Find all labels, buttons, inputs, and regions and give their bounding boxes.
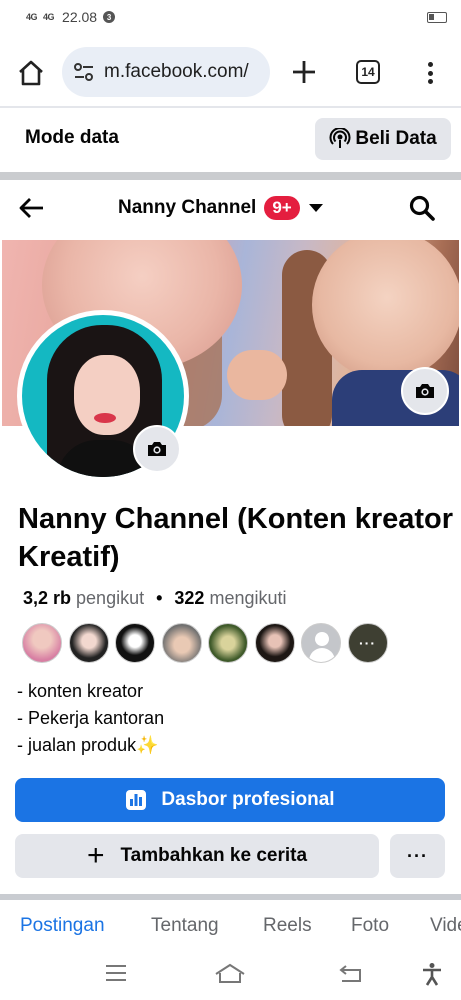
- address-bar[interactable]: m.facebook.com/: [62, 47, 270, 97]
- follower-avatar[interactable]: [115, 623, 155, 663]
- more-options-button[interactable]: ···: [390, 834, 445, 878]
- menu-icon[interactable]: [104, 962, 128, 984]
- search-icon[interactable]: [408, 194, 436, 222]
- bio-line: - konten kreator: [17, 681, 144, 701]
- page-switcher[interactable]: Nanny Channel 9+: [118, 196, 323, 220]
- system-nav-bar: [0, 950, 461, 1000]
- buy-data-label: Beli Data: [355, 128, 437, 149]
- following-label[interactable]: mengikuti: [209, 588, 286, 609]
- follower-avatar[interactable]: [254, 623, 295, 663]
- site-settings-icon[interactable]: [72, 60, 96, 84]
- divider: [0, 172, 461, 180]
- dashboard-chart-icon: [126, 790, 147, 810]
- default-user-icon[interactable]: [301, 623, 341, 663]
- bio-line: - Pekerja kantoran: [17, 708, 165, 728]
- signal-icon-2: 4G: [43, 12, 55, 22]
- caret-down-icon: [308, 204, 323, 212]
- signal-icon: 4G: [26, 12, 38, 22]
- tab-about[interactable]: Tentang: [151, 915, 219, 937]
- data-mode-bar: Mode data Beli Data: [0, 108, 461, 172]
- profile-bio: - konten kreator - Pekerja kantoran - ju…: [17, 678, 164, 759]
- status-time: 22.08: [62, 9, 98, 25]
- status-bar: 4G 4G 22.08 3: [0, 0, 461, 34]
- professional-dashboard-button[interactable]: Dasbor profesional: [15, 778, 445, 822]
- notification-badge: 9+: [264, 196, 300, 220]
- followers-label[interactable]: pengikut: [76, 588, 144, 609]
- buy-data-button[interactable]: Beli Data: [315, 118, 451, 160]
- bio-line: - jualan produk✨: [17, 735, 159, 755]
- url-text[interactable]: m.facebook.com/: [104, 61, 266, 83]
- plus-icon: +: [86, 839, 105, 872]
- home-icon[interactable]: [16, 58, 46, 88]
- follower-avatar[interactable]: [208, 623, 248, 663]
- page-title: Nanny Channel: [118, 197, 257, 218]
- follower-avatar[interactable]: [68, 623, 109, 663]
- back-nav-icon[interactable]: [338, 962, 364, 984]
- tab-videos[interactable]: Video: [430, 915, 461, 937]
- profile-name: Nanny Channel (Konten kreator Kreatif): [18, 503, 454, 573]
- edit-cover-camera-icon[interactable]: [401, 367, 449, 415]
- tab-reels[interactable]: Reels: [263, 915, 312, 937]
- notification-count: 3: [103, 11, 116, 23]
- broadcast-icon: [329, 128, 351, 148]
- divider: [0, 894, 461, 900]
- tab-switcher-button[interactable]: 14: [356, 60, 380, 84]
- follower-avatars: ···: [22, 623, 394, 663]
- new-tab-icon[interactable]: [289, 57, 319, 87]
- follow-stats: 3,2 rb pengikut • 322 mengikuti: [23, 588, 287, 609]
- tab-photos[interactable]: Foto: [351, 915, 389, 937]
- mode-data-label: Mode data: [25, 127, 119, 148]
- browser-menu-icon[interactable]: [420, 58, 440, 88]
- add-to-story-label: Tambahkan ke cerita: [120, 845, 308, 866]
- edit-avatar-camera-icon[interactable]: [133, 425, 181, 473]
- page-header: Nanny Channel 9+: [0, 180, 461, 238]
- profile-tabs: Postingan Tentang Reels Foto Video: [0, 910, 461, 946]
- back-arrow-icon[interactable]: [17, 194, 47, 222]
- professional-dashboard-label: Dasbor profesional: [161, 789, 335, 810]
- separator-dot: •: [156, 588, 163, 608]
- battery-icon: [427, 11, 447, 23]
- browser-toolbar: m.facebook.com/ 14: [0, 40, 461, 104]
- tab-posts[interactable]: Postingan: [20, 915, 105, 937]
- home-nav-icon[interactable]: [214, 962, 246, 984]
- following-count[interactable]: 322: [174, 588, 204, 609]
- more-followers-button[interactable]: ···: [347, 623, 388, 663]
- follower-avatar[interactable]: [161, 623, 202, 663]
- accessibility-icon[interactable]: [420, 962, 444, 986]
- follower-avatar[interactable]: [22, 623, 62, 663]
- add-to-story-button[interactable]: + Tambahkan ke cerita: [15, 834, 379, 878]
- followers-count[interactable]: 3,2 rb: [23, 588, 71, 609]
